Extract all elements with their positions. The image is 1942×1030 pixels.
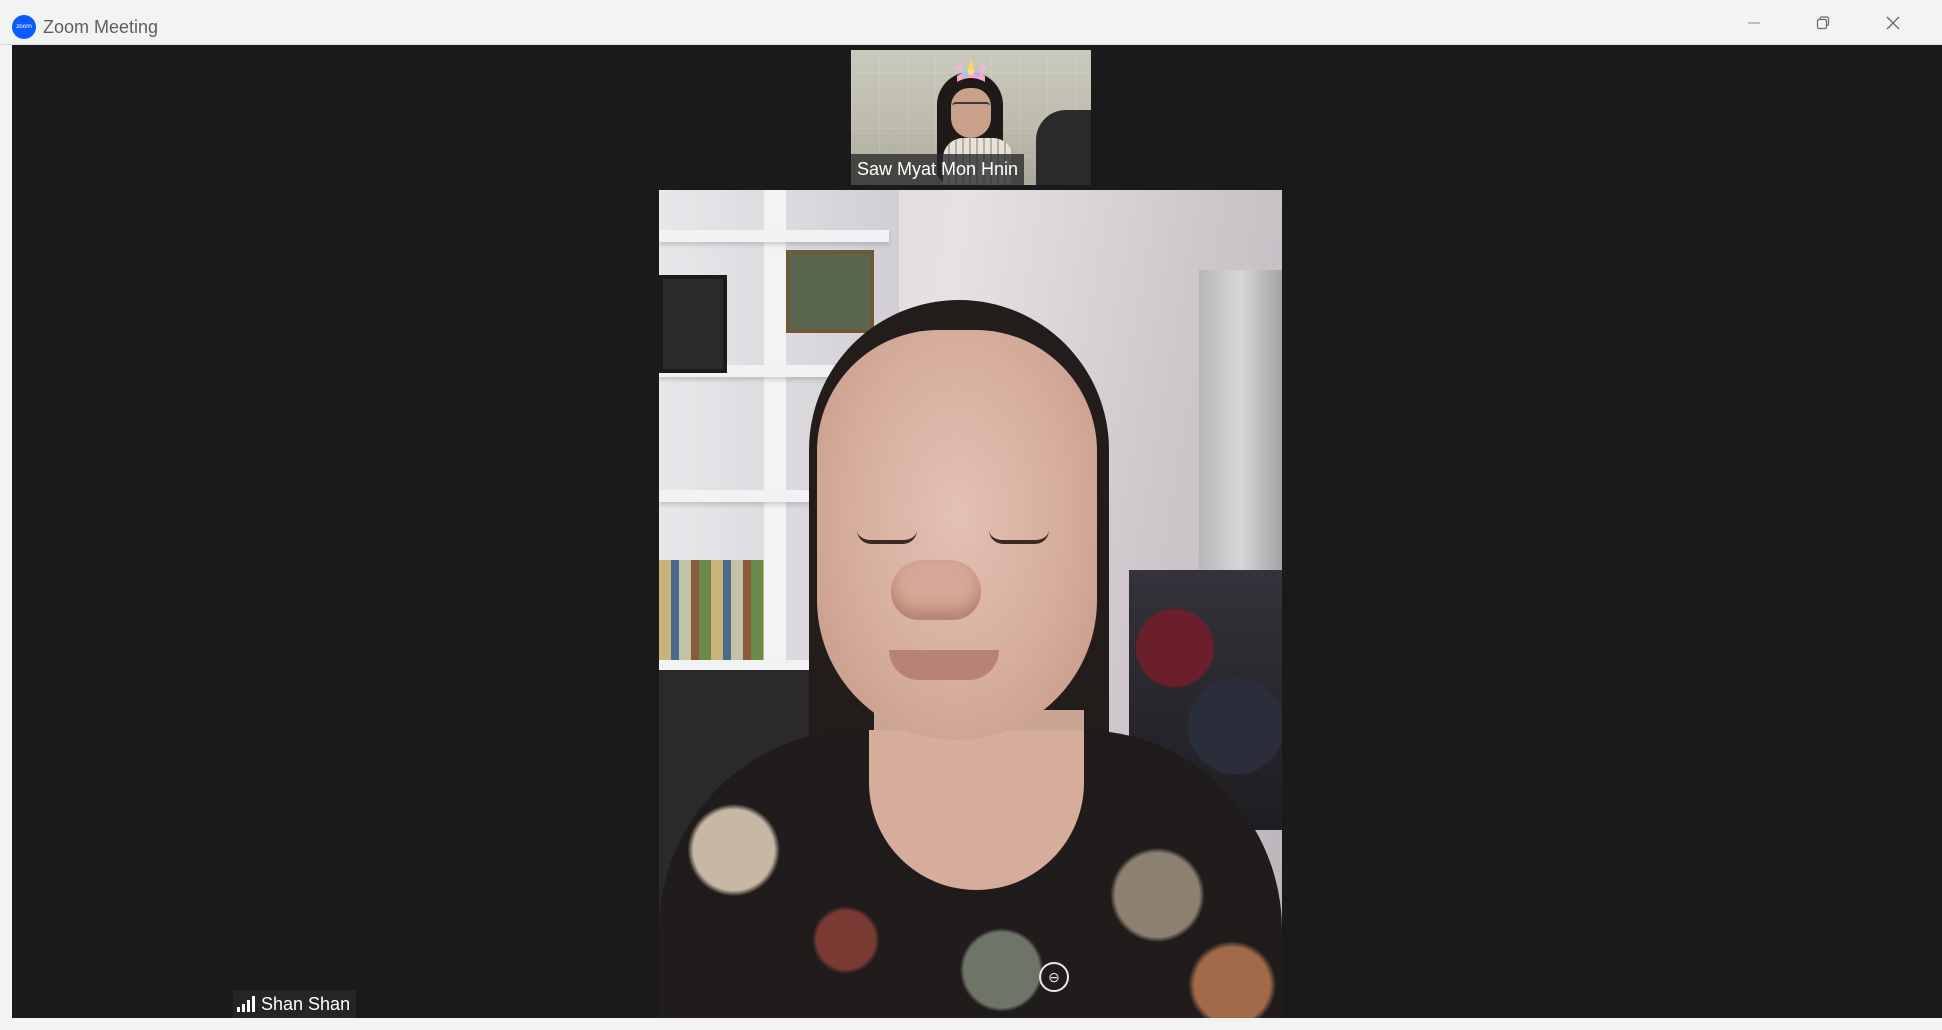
thumbnail-glasses [952,102,990,113]
active-speaker-name: Shan Shan [261,994,351,1014]
speaker-eye [989,530,1049,544]
participant-name-label: Saw Myat Mon Hnin [851,154,1025,185]
speaker-mouth [889,650,999,680]
zoom-meeting-window: zoom Zoom Meeting Saw Myat Mon Hnin ⊖ Sh… [0,0,1942,1030]
close-icon [1886,16,1900,29]
speaker-nose [891,560,981,620]
books [659,560,764,660]
active-speaker-video[interactable]: ⊖ [659,190,1282,1018]
unicorn-filter-icon [955,58,987,82]
shelf [659,230,889,242]
title-bar[interactable]: zoom Zoom Meeting [0,0,1942,45]
speaker-eye [857,530,917,544]
restore-icon [1816,15,1830,29]
signal-bars-icon [237,996,255,1012]
pendant-icon: ⊖ [1039,962,1069,992]
minimize-icon [1748,22,1760,23]
window-bottom-border [0,1018,1942,1030]
window-left-border [0,45,12,1018]
close-button[interactable] [1858,0,1928,45]
participant-thumbnail-video[interactable]: Saw Myat Mon Hnin [851,50,1091,185]
minimize-button[interactable] [1719,0,1789,45]
window-title: Zoom Meeting [43,17,159,37]
picture-frame [659,275,727,373]
picture-frame [786,250,874,333]
active-speaker-name-tag: Shan Shan [233,990,357,1018]
zoom-logo-icon: zoom [12,15,36,39]
thumbnail-person-face [951,88,991,138]
thumbnail-chair [1036,110,1091,185]
restore-button[interactable] [1788,0,1858,45]
